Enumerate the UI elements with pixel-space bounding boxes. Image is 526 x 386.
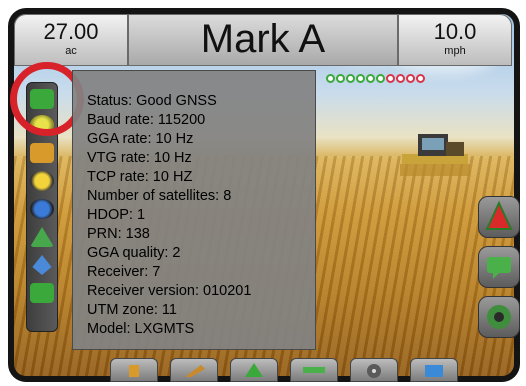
speed-unit: mph	[444, 45, 466, 57]
satellite-dot	[356, 74, 365, 83]
baud-rate-line: Baud rate: 115200	[87, 112, 206, 128]
vtg-rate-line: VTG rate: 10 Hz	[87, 150, 192, 166]
tilt-icon[interactable]	[30, 199, 54, 219]
guidance-icon[interactable]	[30, 227, 54, 247]
hdop-line: HDOP: 1	[87, 207, 146, 223]
section-icon[interactable]	[30, 143, 54, 163]
implement-icon	[185, 365, 205, 377]
console-icon	[129, 365, 139, 377]
camera-button[interactable]	[478, 296, 520, 338]
gnss-status-line: Status: Good GNSS	[87, 93, 217, 109]
area-unit: ac	[65, 45, 77, 57]
battery-icon[interactable]	[30, 283, 54, 303]
water-drop-icon[interactable]	[32, 255, 52, 275]
satellite-dot	[376, 74, 385, 83]
disc-icon	[367, 364, 381, 378]
receiver-line: Receiver: 7	[87, 264, 161, 280]
tcp-rate-line: TCP rate: 10 HZ	[87, 169, 193, 185]
combine-harvester-image	[400, 134, 470, 176]
folder-icon	[425, 365, 443, 377]
camera-icon	[487, 305, 511, 329]
satellite-dot	[386, 74, 395, 83]
console-button[interactable]	[110, 358, 158, 382]
model-line: Model: LXGMTS	[87, 321, 195, 337]
navigation-arrow-icon	[485, 200, 513, 230]
receiver-version-line: Receiver version: 010201	[87, 283, 252, 299]
bridge-button[interactable]	[290, 358, 338, 382]
implement-button[interactable]	[170, 358, 218, 382]
bridge-icon	[303, 367, 325, 373]
folder-button[interactable]	[410, 358, 458, 382]
top-status-bar: 27.00 ac Mark A 10.0 mph	[14, 14, 512, 66]
satellite-dot	[346, 74, 355, 83]
area-tile[interactable]: 27.00 ac	[14, 14, 128, 66]
boom-height-icon[interactable]	[30, 171, 54, 191]
vehicle-view-button[interactable]	[230, 358, 278, 382]
navigation-button[interactable]	[478, 196, 520, 238]
prn-line: PRN: 138	[87, 226, 150, 242]
satellite-dot	[416, 74, 425, 83]
vehicle-view-icon	[245, 363, 263, 377]
satellite-dot	[336, 74, 345, 83]
gga-rate-line: GGA rate: 10 Hz	[87, 131, 194, 147]
speed-value: 10.0	[433, 19, 477, 44]
gnss-status-panel: Status: Good GNSS Baud rate: 115200 GGA …	[72, 70, 316, 350]
mark-title: Mark A	[200, 17, 326, 61]
gga-quality-line: GGA quality: 2	[87, 245, 181, 261]
disc-button[interactable]	[350, 358, 398, 382]
satellite-dot	[396, 74, 405, 83]
satellites-line: Number of satellites: 8	[87, 188, 232, 204]
speed-tile[interactable]: 10.0 mph	[398, 14, 512, 66]
mark-tile[interactable]: Mark A	[128, 14, 398, 66]
satellite-dot	[366, 74, 375, 83]
satellite-dot	[406, 74, 415, 83]
utm-zone-line: UTM zone: 11	[87, 302, 177, 318]
chat-button[interactable]	[478, 246, 520, 288]
area-value: 27.00	[43, 19, 99, 44]
satellite-indicator-row	[326, 74, 425, 83]
chat-icon	[487, 257, 511, 279]
satellite-dot	[326, 74, 335, 83]
